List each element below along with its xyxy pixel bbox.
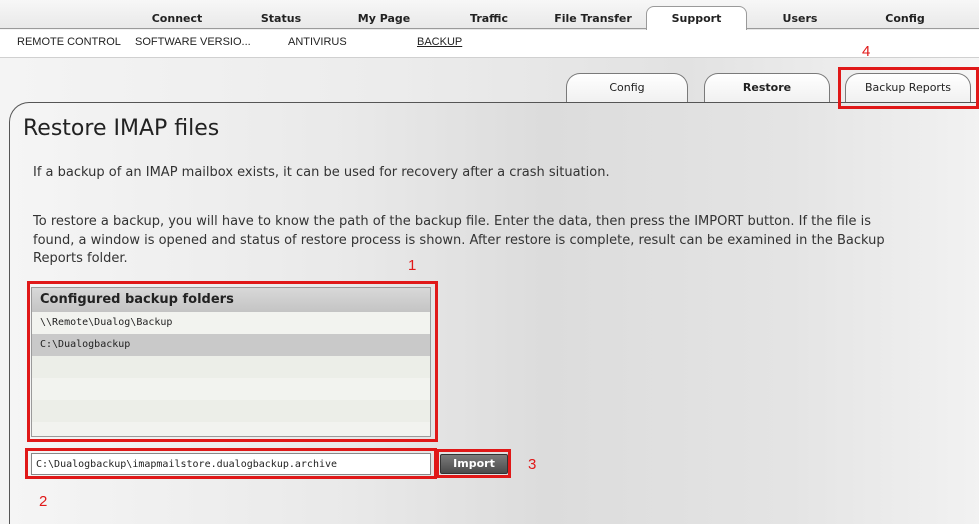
nav-connect[interactable]: Connect bbox=[132, 12, 222, 25]
page-title: Restore IMAP files bbox=[23, 116, 220, 141]
subnav-software-version[interactable]: SOFTWARE VERSIO... bbox=[135, 36, 251, 48]
annotation-number-4: 4 bbox=[862, 43, 871, 60]
instructions-line-1: To restore a backup, you will have to kn… bbox=[33, 214, 871, 229]
subnav-remote-control[interactable]: REMOTE CONTROL bbox=[17, 36, 121, 48]
nav-support-label: Support bbox=[671, 12, 722, 25]
top-navigation-bar: Connect Status My Page Traffic File Tran… bbox=[0, 0, 979, 30]
sub-navigation-bar: REMOTE CONTROL SOFTWARE VERSIO... ANTIVI… bbox=[0, 30, 979, 58]
annotation-box-3 bbox=[436, 449, 511, 478]
annotation-box-4 bbox=[838, 67, 979, 109]
nav-my-page[interactable]: My Page bbox=[339, 12, 429, 25]
nav-users[interactable]: Users bbox=[755, 12, 845, 25]
annotation-number-1: 1 bbox=[408, 257, 417, 274]
nav-file-transfer[interactable]: File Transfer bbox=[548, 12, 638, 25]
instructions-line-2: found, a window is opened and status of … bbox=[33, 233, 885, 248]
nav-config[interactable]: Config bbox=[860, 12, 950, 25]
tab-restore[interactable]: Restore bbox=[704, 73, 830, 103]
tab-config[interactable]: Config bbox=[566, 73, 688, 103]
subnav-backup[interactable]: BACKUP bbox=[417, 36, 462, 48]
nav-traffic[interactable]: Traffic bbox=[444, 12, 534, 25]
nav-status[interactable]: Status bbox=[236, 12, 326, 25]
instructions-line-3: Reports folder. bbox=[33, 251, 128, 266]
intro-text: If a backup of an IMAP mailbox exists, i… bbox=[33, 165, 610, 180]
subnav-antivirus[interactable]: ANTIVIRUS bbox=[288, 36, 347, 48]
annotation-box-2 bbox=[25, 448, 437, 479]
annotation-number-2: 2 bbox=[39, 493, 48, 510]
annotation-box-1 bbox=[27, 281, 438, 442]
nav-support[interactable]: Support bbox=[646, 6, 747, 30]
annotation-number-3: 3 bbox=[528, 456, 537, 473]
